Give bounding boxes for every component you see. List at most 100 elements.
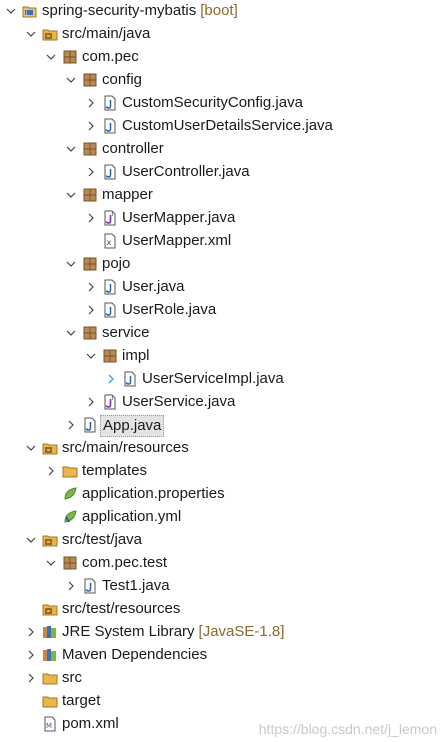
tree-item[interactable]: JRE System Library [JavaSE-1.8] [0, 621, 445, 644]
tree-item[interactable]: service [0, 322, 445, 345]
tree-item[interactable]: src/test/java [0, 529, 445, 552]
tree-item-label-wrap[interactable]: spring-security-mybatis [boot] [40, 1, 240, 21]
tree-item[interactable]: UserRole.java [0, 299, 445, 322]
tree-item-label-wrap[interactable]: UserRole.java [120, 300, 218, 320]
tree-item[interactable]: I UserMapper.java [0, 207, 445, 230]
tree-item-label: com.pec.test [82, 554, 168, 571]
expand-chevron-icon[interactable] [84, 395, 98, 409]
expand-chevron-icon[interactable] [24, 625, 38, 639]
java-file-icon [82, 417, 98, 433]
tree-item-label-wrap[interactable]: src [60, 668, 84, 688]
tree-item[interactable]: src [0, 667, 445, 690]
expand-chevron-icon[interactable] [24, 671, 38, 685]
expand-chevron-icon[interactable] [84, 165, 98, 179]
collapse-chevron-icon[interactable] [24, 441, 38, 455]
collapse-chevron-icon[interactable] [84, 349, 98, 363]
tree-item[interactable]: UserController.java [0, 161, 445, 184]
package-icon [82, 72, 98, 88]
java-file-icon [102, 164, 118, 180]
expand-chevron-icon[interactable] [84, 211, 98, 225]
collapse-chevron-icon[interactable] [24, 533, 38, 547]
tree-item-label-wrap[interactable]: User.java [120, 277, 187, 297]
tree-item[interactable]: com.pec.test [0, 552, 445, 575]
tree-item[interactable]: templates [0, 460, 445, 483]
tree-item-label-wrap[interactable]: Maven Dependencies [60, 645, 209, 665]
tree-item[interactable]: application.yml [0, 506, 445, 529]
tree-item[interactable]: src/main/java [0, 23, 445, 46]
collapse-chevron-icon[interactable] [4, 4, 18, 18]
expand-chevron-icon[interactable] [24, 648, 38, 662]
tree-item[interactable]: com.pec [0, 46, 445, 69]
tree-item-label-wrap[interactable]: CustomUserDetailsService.java [120, 116, 335, 136]
tree-item[interactable]: Test1.java [0, 575, 445, 598]
tree-item-label-wrap[interactable]: controller [100, 139, 166, 159]
tree-item-label-wrap[interactable]: config [100, 70, 144, 90]
tree-item[interactable]: impl [0, 345, 445, 368]
tree-item-label: CustomUserDetailsService.java [122, 117, 333, 134]
tree-item[interactable]: target [0, 690, 445, 713]
tree-item[interactable]: I UserService.java [0, 391, 445, 414]
tree-item-label-wrap[interactable]: com.pec.test [80, 553, 169, 573]
tree-item[interactable]: Jspring-security-mybatis [boot] [0, 0, 445, 23]
expand-chevron-icon[interactable] [44, 464, 58, 478]
tree-item-label-wrap[interactable]: UserService.java [120, 392, 237, 412]
collapse-chevron-icon[interactable] [64, 188, 78, 202]
tree-item-label-wrap[interactable]: application.properties [80, 484, 227, 504]
tree-item-label-wrap[interactable]: App.java [100, 415, 165, 437]
svg-text:J: J [25, 11, 27, 17]
tree-item-label: CustomSecurityConfig.java [122, 94, 303, 111]
collapse-chevron-icon[interactable] [64, 257, 78, 271]
tree-item-label-wrap[interactable]: impl [120, 346, 152, 366]
tree-item[interactable]: CustomSecurityConfig.java [0, 92, 445, 115]
package-icon [102, 348, 118, 364]
tree-item[interactable]: UserServiceImpl.java [0, 368, 445, 391]
expand-chevron-icon[interactable] [84, 96, 98, 110]
tree-item[interactable]: App.java [0, 414, 445, 437]
tree-item[interactable]: controller [0, 138, 445, 161]
java-file-icon [102, 95, 118, 111]
tree-item-label-wrap[interactable]: JRE System Library [JavaSE-1.8] [60, 622, 286, 642]
tree-item-label-wrap[interactable]: application.yml [80, 507, 183, 527]
tree-item-label-wrap[interactable]: src/test/java [60, 530, 144, 550]
collapse-chevron-icon[interactable] [64, 326, 78, 340]
tree-item-label-wrap[interactable]: src/main/resources [60, 438, 191, 458]
tree-item[interactable]: x UserMapper.xml [0, 230, 445, 253]
tree-item-label-wrap[interactable]: CustomSecurityConfig.java [120, 93, 305, 113]
expand-chevron-icon[interactable] [64, 579, 78, 593]
tree-item-label-wrap[interactable]: UserController.java [120, 162, 252, 182]
expand-chevron-icon[interactable] [104, 372, 118, 386]
collapse-chevron-icon[interactable] [64, 142, 78, 156]
tree-item-label-wrap[interactable]: com.pec [80, 47, 141, 67]
tree-item-label-wrap[interactable]: mapper [100, 185, 155, 205]
tree-item-label-wrap[interactable]: src/main/java [60, 24, 152, 44]
collapse-chevron-icon[interactable] [64, 73, 78, 87]
tree-item-label-wrap[interactable]: UserServiceImpl.java [140, 369, 286, 389]
tree-item[interactable]: Maven Dependencies [0, 644, 445, 667]
tree-item-label-wrap[interactable]: pojo [100, 254, 132, 274]
expand-chevron-icon[interactable] [84, 303, 98, 317]
tree-item[interactable]: src/main/resources [0, 437, 445, 460]
tree-item[interactable]: application.properties [0, 483, 445, 506]
tree-item[interactable]: src/test/resources [0, 598, 445, 621]
tree-item-label-wrap[interactable]: service [100, 323, 152, 343]
tree-item[interactable]: User.java [0, 276, 445, 299]
tree-item-label-wrap[interactable]: UserMapper.xml [120, 231, 233, 251]
tree-item[interactable]: pojo [0, 253, 445, 276]
tree-item-label-wrap[interactable]: Test1.java [100, 576, 172, 596]
svg-text:x: x [107, 238, 112, 247]
tree-item-label-wrap[interactable]: templates [80, 461, 149, 481]
expand-chevron-icon[interactable] [84, 119, 98, 133]
tree-item-label-wrap[interactable]: target [60, 691, 102, 711]
collapse-chevron-icon[interactable] [44, 50, 58, 64]
tree-item[interactable]: mapper [0, 184, 445, 207]
tree-item[interactable]: CustomUserDetailsService.java [0, 115, 445, 138]
collapse-chevron-icon[interactable] [44, 556, 58, 570]
tree-item-label-wrap[interactable]: pom.xml [60, 714, 121, 734]
expand-chevron-icon[interactable] [84, 280, 98, 294]
tree-item[interactable]: config [0, 69, 445, 92]
tree-item-label-wrap[interactable]: src/test/resources [60, 599, 182, 619]
tree-item-label-wrap[interactable]: UserMapper.java [120, 208, 237, 228]
expand-chevron-icon[interactable] [64, 418, 78, 432]
collapse-chevron-icon[interactable] [24, 27, 38, 41]
folder-icon [62, 463, 78, 479]
